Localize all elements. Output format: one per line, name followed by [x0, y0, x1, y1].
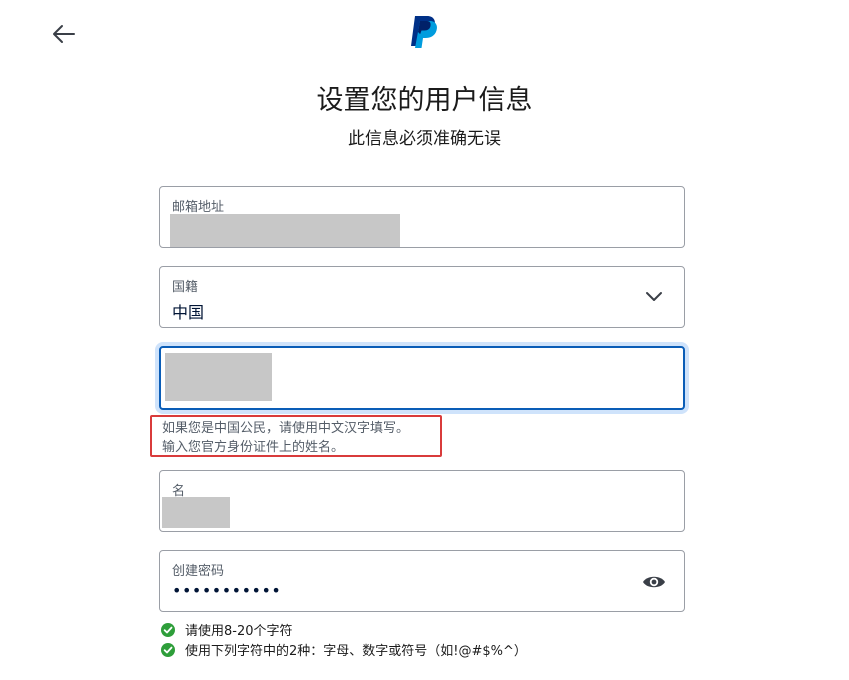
- password-field[interactable]: 创建密码 •••••••••••: [159, 550, 685, 612]
- check-circle-icon: [161, 622, 175, 637]
- surname-field[interactable]: [159, 346, 685, 410]
- check-circle-icon: [161, 642, 175, 657]
- surname-hint-line1: 如果您是中国公民，请使用中文汉字填写。: [162, 421, 410, 436]
- page-title: 设置您的用户信息: [316, 85, 533, 116]
- eye-icon[interactable]: [642, 572, 666, 592]
- given-name-value-redacted: [162, 497, 230, 528]
- requirement-length-text: 请使用8-20个字符: [185, 624, 293, 639]
- requirement-charset-text: 使用下列字符中的2种：字母、数字或符号（如!@#$%^）: [185, 644, 527, 659]
- password-label: 创建密码: [172, 564, 225, 579]
- surname-hint-highlight: 如果您是中国公民，请使用中文汉字填写。 输入您官方身份证件上的姓名。: [150, 415, 442, 457]
- surname-hint-line2: 输入您官方身份证件上的姓名。: [162, 440, 345, 455]
- email-value-redacted: [170, 214, 400, 247]
- chevron-down-icon[interactable]: [644, 289, 664, 303]
- requirement-charset: 使用下列字符中的2种：字母、数字或符号（如!@#$%^）: [161, 640, 527, 659]
- given-name-field[interactable]: 名: [159, 470, 685, 532]
- surname-value-redacted: [165, 353, 272, 401]
- email-label: 邮箱地址: [172, 200, 225, 215]
- country-select[interactable]: 国籍 中国: [159, 266, 685, 328]
- page-subtitle: 此信息必须准确无误: [348, 129, 501, 149]
- country-label: 国籍: [172, 280, 199, 295]
- country-value: 中国: [172, 303, 205, 322]
- paypal-logo-icon: [411, 16, 437, 48]
- back-arrow-icon[interactable]: [50, 20, 78, 48]
- requirement-length: 请使用8-20个字符: [161, 620, 293, 639]
- password-masked-value: •••••••••••: [172, 581, 282, 600]
- email-field[interactable]: 邮箱地址: [159, 186, 685, 248]
